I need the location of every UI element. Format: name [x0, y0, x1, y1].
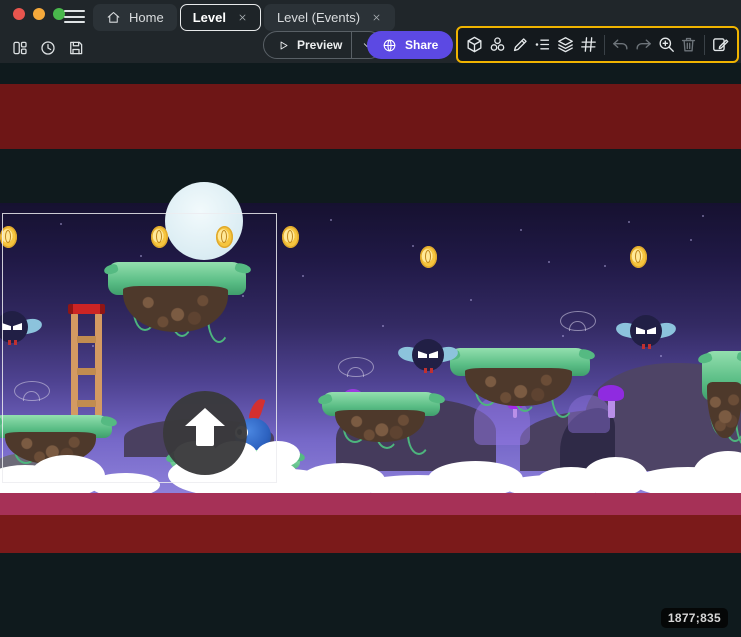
bat-claws: [642, 344, 645, 349]
star: [604, 265, 606, 267]
preview-button[interactable]: Preview: [264, 32, 351, 58]
toolbar-left-icons: [7, 35, 88, 60]
bat-eye: [647, 327, 656, 334]
star: [520, 229, 522, 231]
bat-body: [630, 315, 662, 347]
eye-outline-object[interactable]: [560, 311, 596, 331]
cursor-coordinates: 1877;835: [661, 608, 728, 628]
preview-button-label: Preview: [297, 38, 342, 52]
toolbar-separator: [604, 35, 605, 55]
tab-label: Level: [193, 10, 226, 25]
close-window-button[interactable]: [13, 8, 25, 20]
bottom-pink-band: [0, 493, 741, 515]
bat-eye: [636, 327, 645, 334]
star: [628, 221, 630, 223]
project-manager-button[interactable]: [7, 35, 32, 60]
bat-enemy-object[interactable]: [399, 338, 457, 378]
top-red-band: [0, 84, 741, 149]
zoom-in-button[interactable]: [655, 32, 678, 58]
star: [702, 215, 704, 217]
coin-object[interactable]: [420, 246, 437, 268]
bottom-red-band: [0, 515, 741, 553]
menu-icon[interactable]: [64, 7, 85, 26]
mushroom: [598, 385, 624, 420]
star: [470, 299, 472, 301]
tab-level[interactable]: Level: [180, 4, 261, 31]
edit-button[interactable]: [509, 32, 532, 58]
star: [562, 335, 564, 337]
close-tab-icon[interactable]: [371, 12, 382, 23]
3d-box-button[interactable]: [463, 32, 486, 58]
island-platform[interactable]: [450, 348, 590, 408]
star: [302, 275, 304, 277]
bat-body: [412, 339, 444, 371]
bat-claws: [424, 368, 427, 373]
coin-object[interactable]: [282, 226, 299, 248]
close-tab-icon[interactable]: [237, 12, 248, 23]
cloud: [428, 461, 523, 497]
redo-button[interactable]: [632, 32, 655, 58]
island-platform[interactable]: [702, 351, 741, 441]
window-controls: [13, 8, 65, 20]
star: [330, 219, 332, 221]
home-icon: [106, 10, 121, 25]
globe-icon: [382, 38, 397, 53]
coin-object[interactable]: [630, 246, 647, 268]
tab-label: Home: [129, 10, 164, 25]
toolbar-separator: [704, 35, 705, 55]
minimize-window-button[interactable]: [33, 8, 45, 20]
star: [382, 325, 384, 327]
mushroom-cap: [598, 385, 624, 401]
history-button[interactable]: [35, 35, 60, 60]
star: [660, 355, 662, 357]
instance-properties-button[interactable]: [532, 32, 555, 58]
share-button-label: Share: [405, 38, 438, 52]
star: [412, 245, 414, 247]
highlighted-toolbar: [456, 26, 739, 63]
tab-level-events[interactable]: Level (Events): [264, 4, 395, 31]
bat-eye: [429, 351, 438, 358]
star: [690, 239, 692, 241]
layers-button[interactable]: [554, 32, 577, 58]
tab-bar: Home Level Level (Events): [93, 4, 395, 31]
tab-label: Level (Events): [277, 10, 360, 25]
delete-button[interactable]: [677, 32, 700, 58]
play-icon: [277, 39, 290, 52]
save-button[interactable]: [63, 35, 88, 60]
app-window: Home Level Level (Events) Preview Share: [0, 0, 741, 637]
grid-button[interactable]: [577, 32, 600, 58]
mushroom-stem: [608, 399, 615, 418]
star: [548, 261, 550, 263]
object-group-button[interactable]: [486, 32, 509, 58]
edit-scene-button[interactable]: [709, 32, 732, 58]
eye-outline-object[interactable]: [338, 357, 374, 377]
bat-enemy-object[interactable]: [617, 314, 675, 354]
preview-button-group: Preview: [263, 31, 383, 59]
selection-rectangle[interactable]: [2, 213, 277, 483]
share-button[interactable]: Share: [367, 31, 453, 59]
level-canvas[interactable]: 1877;835: [0, 63, 741, 637]
island-platform[interactable]: [322, 392, 440, 444]
undo-button[interactable]: [609, 32, 632, 58]
tab-home[interactable]: Home: [93, 4, 177, 31]
bat-eye: [418, 351, 427, 358]
